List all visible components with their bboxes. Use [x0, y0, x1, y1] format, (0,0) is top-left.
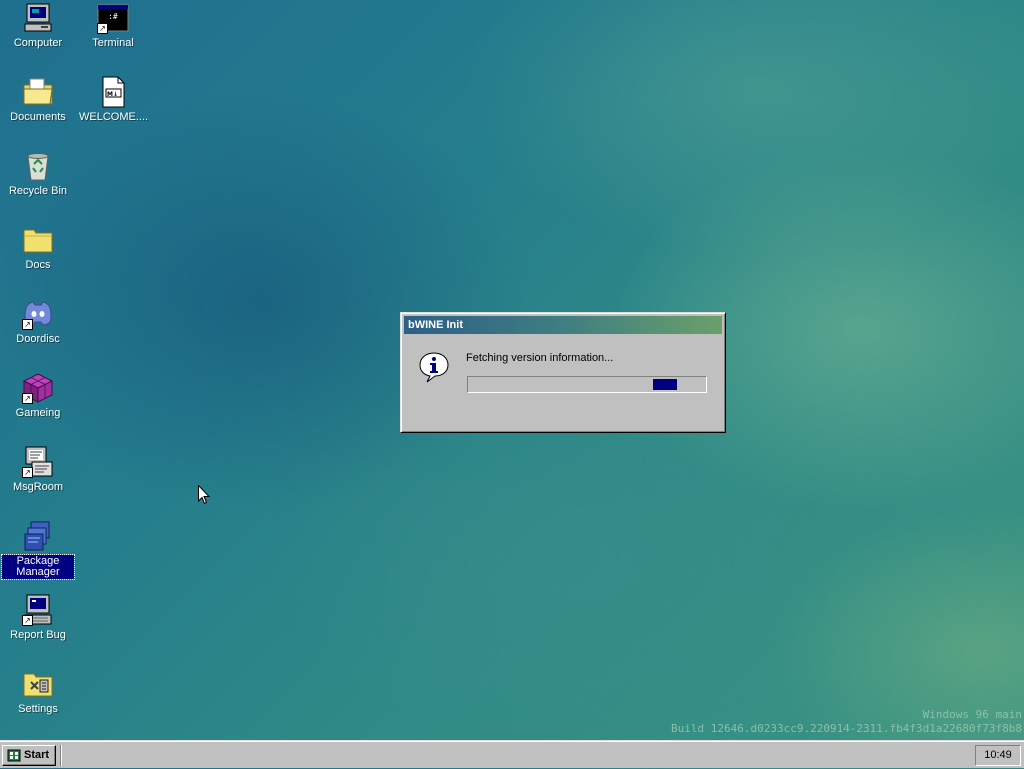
- desktop-icon-label: Settings: [18, 703, 58, 715]
- desktop-icon-package-manager[interactable]: Package Manager: [1, 520, 75, 580]
- svg-text:M↓: M↓: [107, 91, 118, 98]
- desktop-icon-welcome[interactable]: M↓ WELCOME....: [77, 76, 149, 124]
- taskbar: Start 10:49: [0, 740, 1024, 768]
- desktop-icon-docs[interactable]: Docs: [2, 224, 74, 272]
- computer-icon: [22, 2, 54, 34]
- desktop-icon-label: Docs: [25, 259, 51, 271]
- build-watermark: Windows 96 main Build 12646.d0233cc9.220…: [671, 708, 1022, 736]
- package-manager-icon: [22, 520, 54, 552]
- desktop-icon-label: Documents: [10, 111, 66, 123]
- shortcut-arrow-icon: ↗: [22, 467, 33, 478]
- msgroom-icon: ↗: [22, 446, 54, 478]
- desktop-icon-label: Computer: [13, 37, 63, 49]
- desktop-icon-terminal[interactable]: :# ↗ Terminal: [77, 2, 149, 50]
- settings-icon: [22, 668, 54, 700]
- desktop-icon-label: Doordisc: [16, 333, 60, 345]
- desktop-icon-settings[interactable]: Settings: [2, 668, 74, 716]
- documents-folder-icon: [22, 76, 54, 108]
- desktop[interactable]: Computer :# ↗ Terminal Documents M↓ WELC…: [0, 0, 1024, 740]
- dialog-title-bar[interactable]: bWINE Init: [404, 316, 722, 334]
- desktop-icon-label: Report Bug: [10, 629, 66, 641]
- start-button[interactable]: Start: [2, 745, 56, 766]
- recycle-bin-icon: [22, 150, 54, 182]
- desktop-icon-gameing[interactable]: ↗ Gameing: [2, 372, 74, 420]
- terminal-icon: :# ↗: [97, 2, 129, 34]
- clock-time: 10:49: [984, 749, 1012, 761]
- dialog-message: Fetching version information...: [466, 352, 614, 364]
- desktop-icon-recycle-bin[interactable]: Recycle Bin: [2, 150, 74, 198]
- desktop-icon-label: Recycle Bin: [8, 185, 68, 197]
- shortcut-arrow-icon: ↗: [22, 393, 33, 404]
- desktop-icon-documents[interactable]: Documents: [2, 76, 74, 124]
- discord-icon: ↗: [22, 298, 54, 330]
- desktop-icon-computer[interactable]: Computer: [2, 2, 74, 50]
- desktop-icon-doordisc[interactable]: ↗ Doordisc: [2, 298, 74, 346]
- start-logo-icon: [7, 749, 21, 762]
- progress-marquee-block: [653, 379, 677, 390]
- desktop-icon-label: Gameing: [15, 407, 61, 419]
- mouse-cursor-icon: [198, 484, 211, 505]
- game-cube-icon: ↗: [22, 372, 54, 404]
- desktop-icon-msgroom[interactable]: ↗ MsgRoom: [2, 446, 74, 494]
- info-icon: [418, 351, 450, 383]
- watermark-os-name: Windows 96 main: [922, 708, 1022, 721]
- desktop-icon-report-bug[interactable]: ↗ Report Bug: [2, 594, 74, 642]
- markdown-file-icon: M↓: [97, 76, 129, 108]
- svg-text::#: :#: [108, 12, 118, 21]
- desktop-icon-label: WELCOME....: [79, 111, 149, 123]
- dialog-title: bWINE Init: [408, 319, 463, 331]
- desktop-icon-label: Terminal: [92, 37, 134, 49]
- start-label: Start: [24, 749, 50, 761]
- shortcut-arrow-icon: ↗: [22, 615, 33, 626]
- shortcut-arrow-icon: ↗: [22, 319, 33, 330]
- report-bug-icon: ↗: [22, 594, 54, 626]
- taskbar-divider: [60, 745, 62, 766]
- folder-icon: [22, 224, 54, 256]
- desktop-icon-label: Package Manager: [1, 554, 75, 580]
- progress-bar: [467, 376, 707, 393]
- system-tray-clock[interactable]: 10:49: [975, 745, 1021, 766]
- bwine-init-dialog[interactable]: bWINE Init Fetching version information.…: [400, 312, 726, 433]
- shortcut-arrow-icon: ↗: [97, 23, 108, 34]
- watermark-build-string: Build 12646.d0233cc9.220914-2311.fb4f3d1…: [671, 722, 1022, 735]
- desktop-icon-label: MsgRoom: [12, 481, 64, 493]
